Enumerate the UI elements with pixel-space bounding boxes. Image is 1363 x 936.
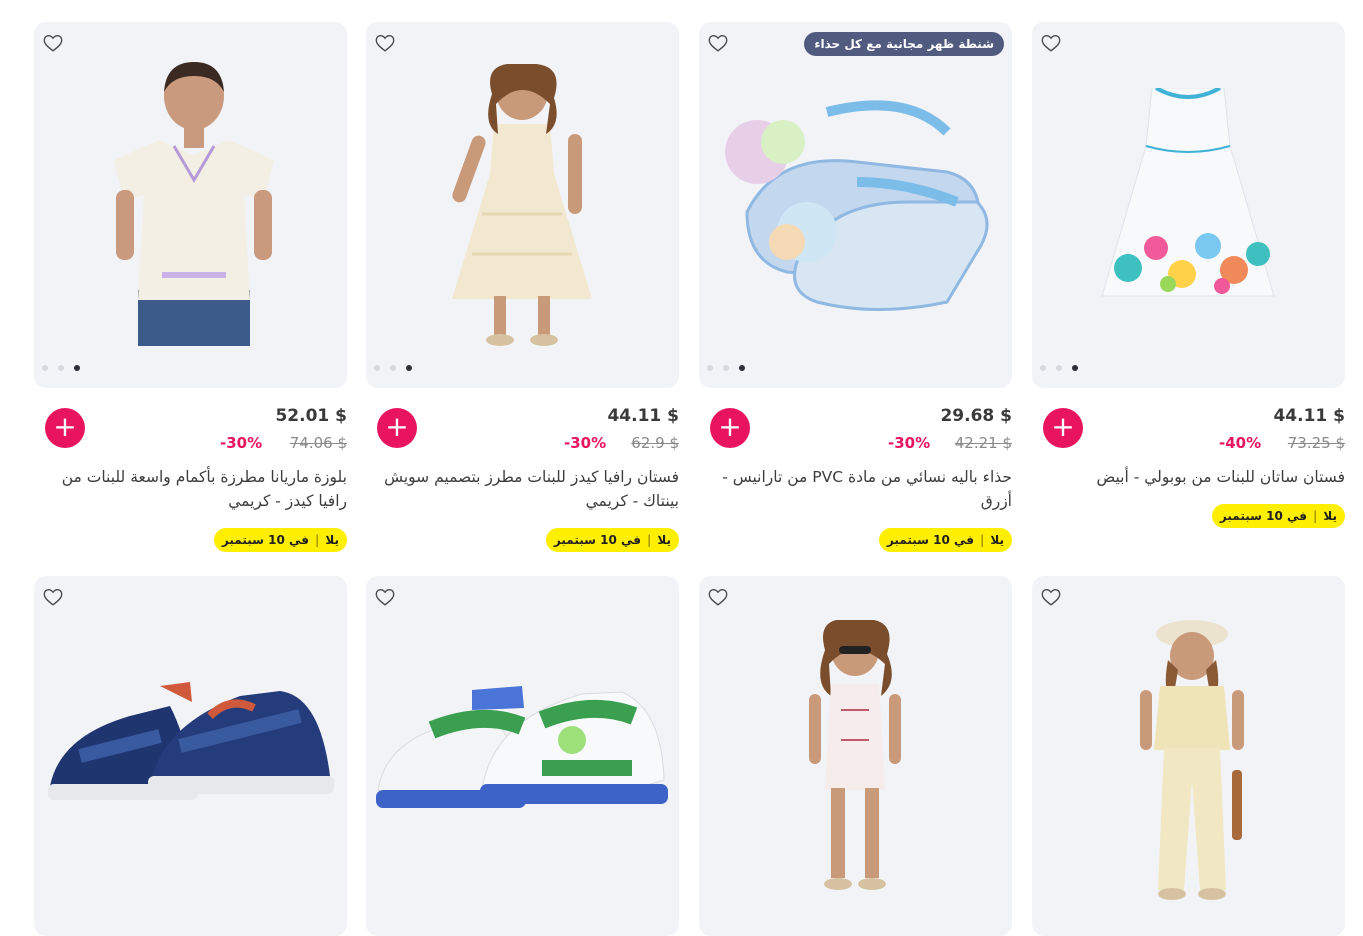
product-image[interactable] [366,22,679,388]
product-card[interactable]: + 44.11 $ 62.9 $ -30% فستان رافيا كيدز ل… [366,22,679,552]
product-card[interactable]: + 52.01 $ 74.06 $ -30% بلوزة ماريانا مطر… [34,22,347,552]
add-to-cart-button[interactable]: + [377,408,417,448]
add-to-cart-button[interactable]: + [710,408,750,448]
product-grid: + 52.01 $ 74.06 $ -30% بلوزة ماريانا مطر… [0,0,1363,936]
old-price: 73.25 $ [1287,434,1345,452]
jelly-shoes-illustration [725,100,989,311]
image-carousel-dots[interactable] [707,365,747,373]
delivery-badge: يلا|في 10 سبتمبر [545,528,679,552]
heart-icon[interactable] [1040,32,1062,54]
product-card[interactable]: شنطة ظهر مجانية مع كل حذاء + 29.68 $ 42.… [699,22,1012,552]
delivery-badge: يلا|في 10 سبتمبر [213,528,347,552]
product-card[interactable] [366,576,679,936]
heart-icon[interactable] [42,586,64,608]
discount-badge: -30% [220,434,263,452]
price: 29.68 $ [940,406,1012,426]
product-card[interactable] [699,576,1012,936]
image-carousel-dots[interactable] [374,365,414,373]
heart-icon[interactable] [707,32,729,54]
price: 52.01 $ [275,406,347,426]
product-image[interactable] [34,576,347,936]
product-image[interactable] [1032,22,1345,388]
dress-girl-illustration [452,64,592,346]
discount-badge: -40% [1219,434,1262,452]
yellow-outfit-girl-illustration [1140,620,1244,900]
product-image[interactable] [34,22,347,388]
product-image[interactable] [699,576,1012,936]
add-to-cart-button[interactable]: + [45,408,85,448]
heart-icon[interactable] [42,32,64,54]
blouse-girl-illustration [114,62,274,346]
heart-icon[interactable] [374,32,396,54]
old-price: 74.06 $ [289,434,347,452]
product-image[interactable] [1032,576,1345,936]
product-card[interactable] [1032,576,1345,936]
delivery-badge: يلا|في 10 سبتمبر [878,528,1012,552]
product-title[interactable]: فستان رافيا كيدز للبنات مطرز بتصميم سويش… [366,465,679,513]
add-to-cart-button[interactable]: + [1043,408,1083,448]
product-title[interactable]: فستان ساتان للبنات من بوبولي - أبيض [1032,465,1346,489]
old-price: 42.21 $ [954,434,1012,452]
romper-girl-illustration [809,620,901,890]
old-price: 62.9 $ [631,434,679,452]
promo-badge: شنطة ظهر مجانية مع كل حذاء [804,32,1004,56]
product-image[interactable] [366,576,679,936]
heart-icon[interactable] [374,586,396,608]
discount-badge: -30% [888,434,931,452]
discount-badge: -30% [564,434,607,452]
floral-dress-illustration [1101,88,1275,297]
product-title[interactable]: حذاء باليه نسائي من مادة PVC من تارانيس … [699,465,1012,513]
product-card[interactable]: + 44.11 $ 73.25 $ -40% فستان ساتان للبنا… [1032,22,1345,552]
white-sneakers-illustration [376,686,668,808]
image-carousel-dots[interactable] [42,365,82,373]
heart-icon[interactable] [707,586,729,608]
navy-sneakers-illustration [48,682,334,800]
heart-icon[interactable] [1040,586,1062,608]
price: 44.11 $ [607,406,679,426]
delivery-badge: يلا|في 10 سبتمبر [1211,504,1345,528]
product-card[interactable] [34,576,347,936]
product-image[interactable]: شنطة ظهر مجانية مع كل حذاء [699,22,1012,388]
image-carousel-dots[interactable] [1040,365,1080,373]
price: 44.11 $ [1273,406,1345,426]
product-title[interactable]: بلوزة ماريانا مطرزة بأكمام واسعة للبنات … [34,465,347,513]
